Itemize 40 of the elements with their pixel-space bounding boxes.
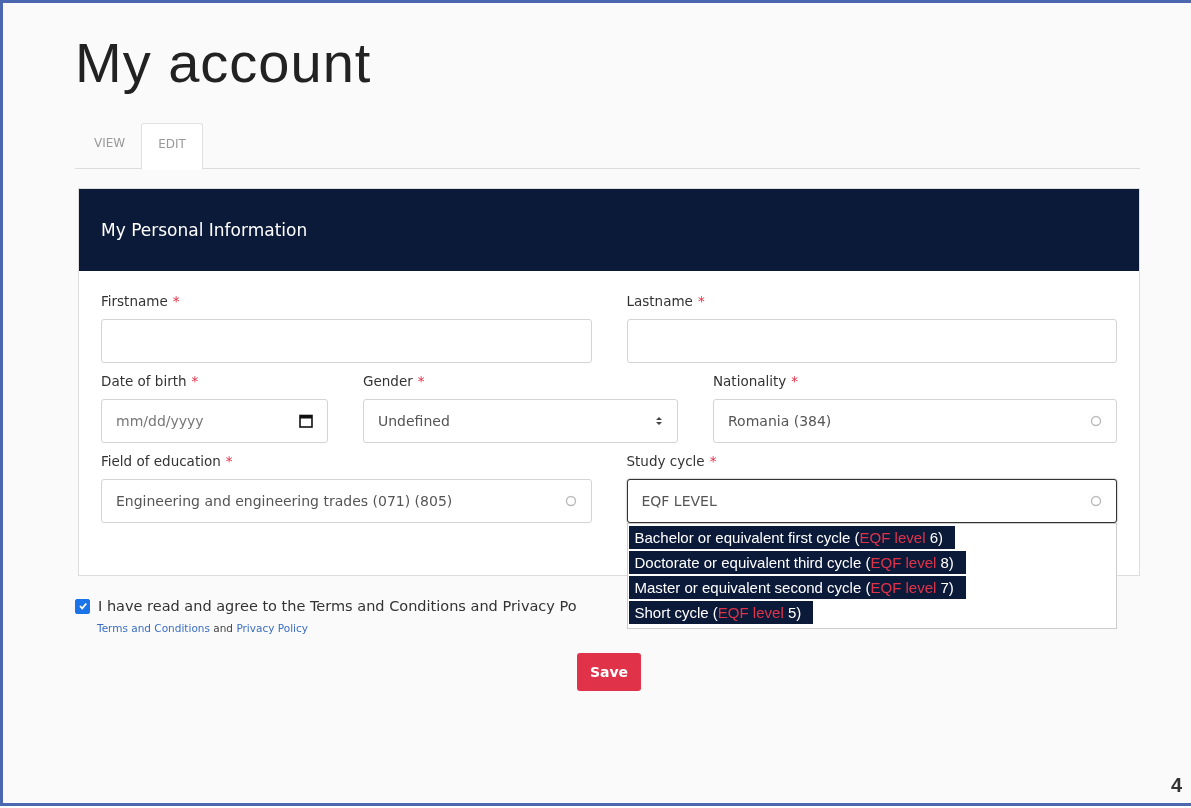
- required-mark: *: [172, 293, 180, 309]
- policy-link[interactable]: Terms and Conditions: [97, 622, 210, 634]
- dropdown-option[interactable]: Master or equivalent second cycle (EQF level 7): [628, 576, 966, 599]
- input-field[interactable]: [101, 319, 592, 363]
- required-mark: *: [225, 453, 233, 469]
- field-label: Field of education: [101, 453, 221, 469]
- policy-sentence: Terms and Conditions and Privacy Policy: [97, 622, 308, 634]
- required-mark: *: [709, 453, 717, 469]
- checkbox[interactable]: [75, 598, 90, 614]
- required-mark: *: [191, 373, 199, 389]
- select-field[interactable]: Undefined: [363, 399, 678, 443]
- page-title: My account: [75, 33, 373, 93]
- card-title: My Personal Information: [101, 220, 308, 240]
- input-field[interactable]: [626, 319, 1117, 363]
- dropdown-option[interactable]: Short cycle (EQF level 5): [628, 601, 814, 624]
- calendar-icon: [299, 414, 313, 428]
- field-label: Date of birth: [101, 373, 187, 389]
- field-label: Firstname: [101, 293, 168, 309]
- required-mark: *: [697, 293, 705, 309]
- policy-link[interactable]: Privacy Policy: [236, 622, 308, 634]
- dropdown-option[interactable]: Bachelor or equivalent first cycle (EQF level 6): [628, 526, 955, 549]
- input-field[interactable]: Engineering and engineering trades (071) (805): [101, 479, 592, 523]
- dropdown-option[interactable]: Doctorate or equivalent third cycle (EQF level 8): [628, 551, 966, 574]
- page-number: 4: [1170, 774, 1182, 796]
- ring-icon: [564, 495, 577, 507]
- sort-arrows-icon: [655, 416, 663, 426]
- checkmark-icon: [77, 601, 88, 611]
- input-field[interactable]: EQF LEVEL: [626, 479, 1117, 523]
- field-label: Study cycle: [626, 453, 705, 469]
- required-mark: *: [417, 373, 425, 389]
- required-mark: *: [791, 373, 799, 389]
- field-label: Lastname: [626, 293, 693, 309]
- field-label: Gender: [363, 373, 413, 389]
- date-field[interactable]: mm/dd/yyyy: [101, 399, 328, 443]
- ring-icon: [1090, 415, 1102, 427]
- ring-icon: [1090, 495, 1102, 507]
- save-button[interactable]: Save: [576, 653, 642, 691]
- field-label: Nationality: [713, 373, 787, 389]
- agreement-text: I have read and agree to the Terms and Conditions and Privacy Po: [98, 598, 577, 614]
- input-field[interactable]: Romania (384): [713, 399, 1117, 443]
